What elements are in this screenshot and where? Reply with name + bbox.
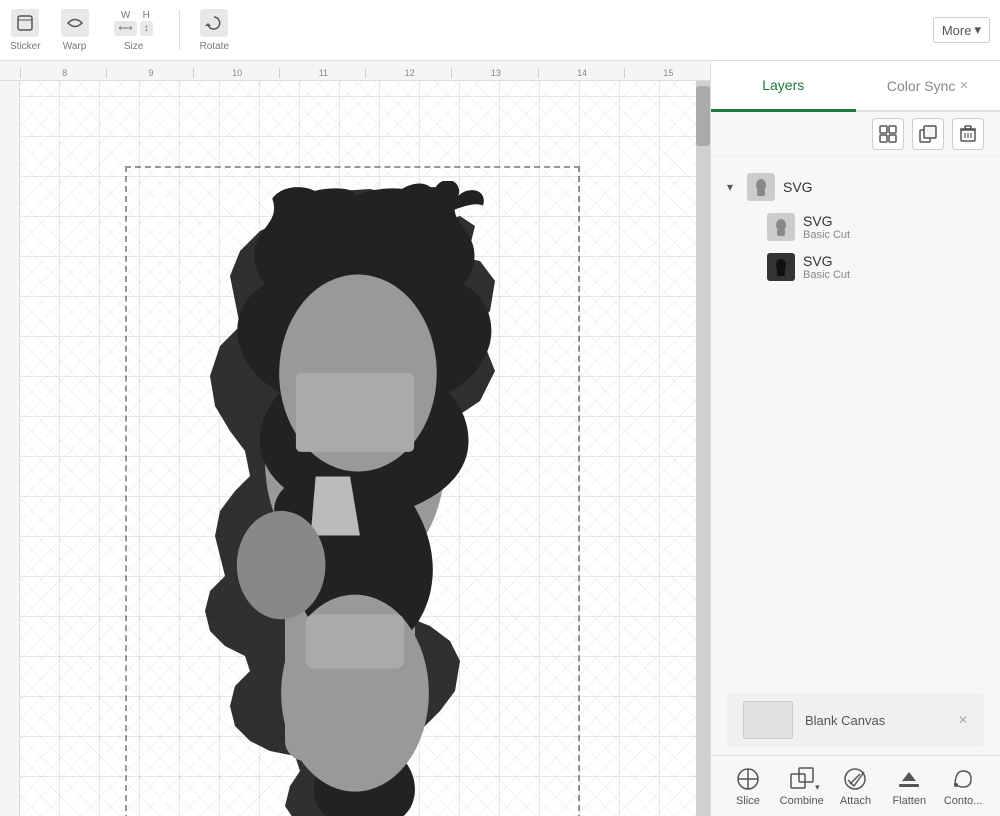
layer-actions: [711, 112, 1000, 157]
contour-icon: [949, 765, 977, 793]
ruler-top: 8 9 10 11 12 13 14 15: [0, 61, 710, 81]
rotate-tool[interactable]: Rotate: [200, 9, 229, 52]
attach-icon: [841, 765, 869, 793]
blank-canvas-row[interactable]: Blank Canvas ✕: [727, 693, 984, 747]
canvas-grid[interactable]: [20, 81, 696, 816]
size-tool[interactable]: W ⟷ H ↕ Size: [109, 9, 159, 52]
flatten-icon: [895, 765, 923, 793]
blank-canvas-close-icon[interactable]: ✕: [958, 713, 968, 727]
layer-tree: ▾ SVG: [711, 157, 1000, 297]
layer-info-child1: SVG Basic Cut: [803, 213, 984, 241]
size-icon[interactable]: W ⟷ H ↕: [109, 9, 159, 37]
combine-label: Combine: [780, 795, 824, 807]
layer-thumb-child1: [767, 213, 795, 241]
warp-tool[interactable]: Warp: [61, 9, 89, 52]
layer-info-root: SVG: [783, 179, 984, 195]
scrollbar-thumb[interactable]: [696, 86, 710, 146]
knight-image: [140, 181, 570, 816]
layer-thumb-child2: [767, 253, 795, 281]
delete-layer-button[interactable]: [952, 118, 984, 150]
duplicate-layer-button[interactable]: [912, 118, 944, 150]
more-button[interactable]: More ▾: [933, 17, 990, 43]
layer-item-root[interactable]: ▾ SVG: [711, 167, 1000, 207]
tab-layers[interactable]: Layers: [711, 61, 856, 112]
sticker-tool[interactable]: Sticker: [10, 9, 41, 52]
combine-icon: ▾: [788, 765, 816, 793]
warp-icon[interactable]: [61, 9, 89, 37]
right-panel: Layers Color Sync ✕ ▾: [710, 61, 1000, 816]
slice-tool[interactable]: Slice: [723, 765, 773, 807]
layer-item-child-1[interactable]: SVG Basic Cut: [711, 207, 1000, 247]
attach-label: Attach: [840, 795, 871, 807]
combine-tool[interactable]: ▾ Combine: [777, 765, 827, 807]
attach-tool[interactable]: Attach: [830, 765, 880, 807]
layer-item-child-2[interactable]: SVG Basic Cut: [711, 247, 1000, 287]
main-area: 8 9 10 11 12 13 14 15: [0, 61, 1000, 816]
sticker-icon[interactable]: [11, 9, 39, 37]
vertical-scrollbar[interactable]: [696, 81, 710, 816]
color-sync-close-icon[interactable]: ✕: [959, 79, 968, 92]
slice-label: Slice: [736, 795, 760, 807]
combine-dropdown-arrow: ▾: [815, 782, 820, 793]
ruler-left: [0, 81, 20, 816]
tab-color-sync[interactable]: Color Sync ✕: [856, 61, 1000, 110]
layer-info-child2: SVG Basic Cut: [803, 253, 984, 281]
group-layers-button[interactable]: [872, 118, 904, 150]
bottom-toolbar: Slice ▾ Combine Attach Flatten: [711, 755, 1000, 816]
panel-tabs: Layers Color Sync ✕: [711, 61, 1000, 112]
rotate-icon[interactable]: [200, 9, 228, 37]
slice-icon: [734, 765, 762, 793]
contour-tool[interactable]: Conto...: [938, 765, 988, 807]
blank-canvas-thumb: [743, 701, 793, 739]
top-toolbar: Sticker Warp W ⟷ H ↕ Size Rotate More ▾: [0, 0, 1000, 61]
contour-label: Conto...: [944, 795, 983, 807]
layer-thumb-root: [747, 173, 775, 201]
blank-canvas-label: Blank Canvas: [805, 713, 885, 728]
flatten-tool[interactable]: Flatten: [884, 765, 934, 807]
chevron-down-icon: ▾: [727, 180, 739, 194]
flatten-label: Flatten: [892, 795, 926, 807]
canvas-area[interactable]: 8 9 10 11 12 13 14 15: [0, 61, 710, 816]
